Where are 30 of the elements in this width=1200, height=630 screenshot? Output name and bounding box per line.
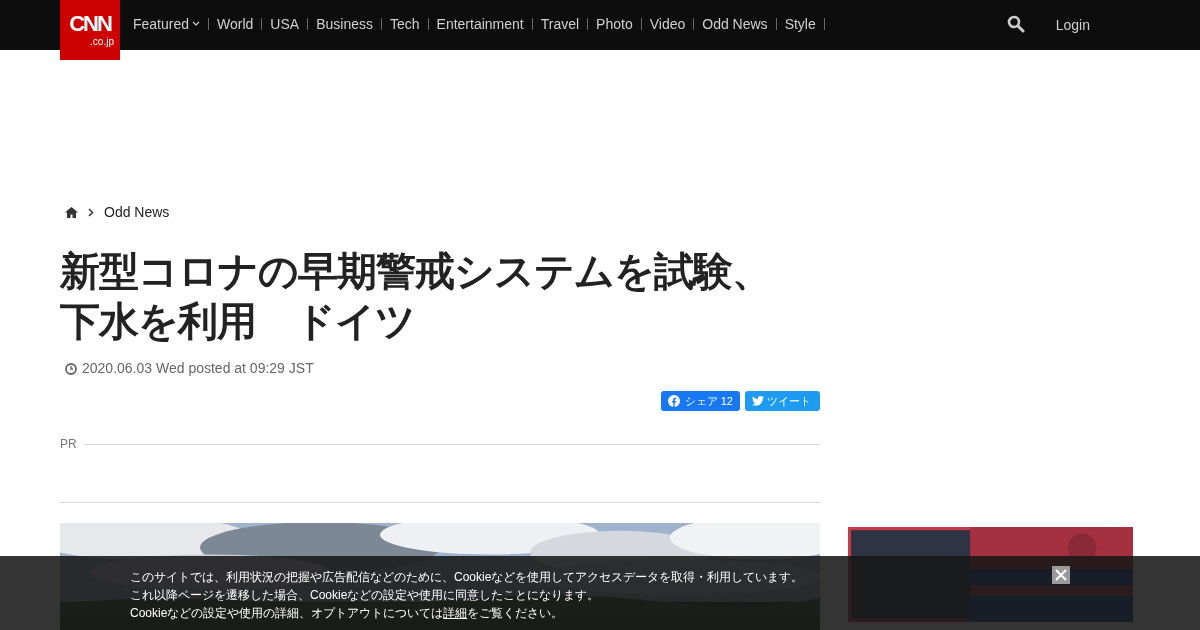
nav-link[interactable]: Photo xyxy=(588,13,641,35)
nav-link[interactable]: Tech xyxy=(381,13,428,35)
nav-link[interactable]: Style xyxy=(776,13,824,35)
nav-link[interactable]: World xyxy=(209,13,262,35)
nav-link[interactable]: Entertainment xyxy=(428,13,532,35)
cookie-text: このサイトでは、利用状況の把握や広告配信などのために、Cookieなどを使用してアクセスデータを取得・利用しています。 xyxy=(130,569,804,586)
nav-link[interactable]: USA xyxy=(262,13,308,35)
nav-link[interactable]: Video xyxy=(641,13,694,35)
clock-icon xyxy=(65,362,77,375)
close-button[interactable] xyxy=(1052,566,1070,584)
close-icon xyxy=(1055,569,1067,581)
cookie-text: これ以降ページを遷移した場合、Cookieなどの設定や使用に同意したことになります。 xyxy=(130,587,600,604)
details-link[interactable]: 詳細 xyxy=(443,606,468,620)
facebook-share-button[interactable]: シェア 12 xyxy=(660,391,740,411)
nav-link[interactable]: Odd News xyxy=(694,13,776,35)
login-link[interactable]: Login xyxy=(1055,14,1090,36)
breadcrumb-link[interactable]: Odd News xyxy=(104,201,170,223)
pr-label: PR xyxy=(60,436,77,453)
search-icon[interactable] xyxy=(1006,14,1025,33)
nav-link[interactable]: Featured xyxy=(125,13,209,35)
facebook-icon xyxy=(667,395,680,407)
article-title: 新型コロナの早期警戒システムを試験、 下水を利用 ドイツ xyxy=(60,248,772,345)
chevron-right-icon xyxy=(88,207,94,217)
nav-link[interactable]: Travel xyxy=(532,13,588,35)
home-icon[interactable] xyxy=(65,206,78,218)
post-date: 2020.06.03 Wed posted at 09:29 JST xyxy=(82,359,314,378)
cookie-text: Cookieなどの設定や使用の詳細、オプトアウトについては詳細をご覧ください。 xyxy=(130,605,564,622)
logo[interactable]: CNN .co.jp xyxy=(60,0,120,60)
nav-link[interactable]: Business xyxy=(308,13,381,35)
bird-icon xyxy=(752,396,764,406)
